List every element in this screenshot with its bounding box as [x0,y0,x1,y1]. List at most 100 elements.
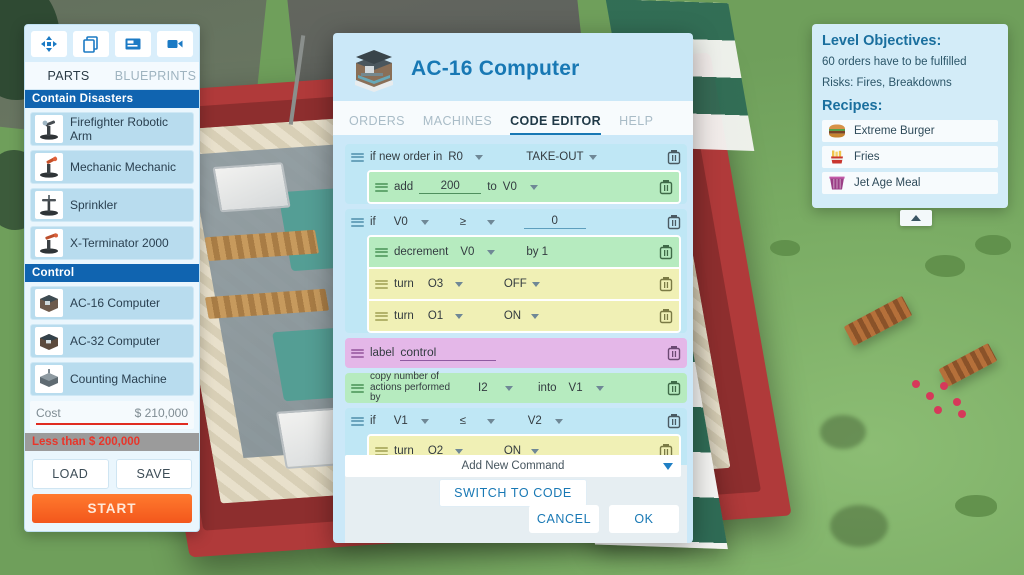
part-item-sprinkler[interactable]: Sprinkler [30,188,194,222]
part-label: Mechanic Mechanic [70,160,177,174]
condition-var-dropdown[interactable]: V0 [394,216,440,228]
code-block-decrement[interactable]: decrement V0 by 1 [369,237,679,267]
part-label: Counting Machine [70,372,167,386]
condition-value-input[interactable]: 0 [523,215,586,229]
robotic-arm-icon [35,229,63,257]
delete-row-button[interactable] [659,309,673,324]
dialog-tabs: ORDERS MACHINES CODE EDITOR HELP [333,101,693,135]
comparison-operator-dropdown[interactable]: ≥ [460,216,506,228]
nested-block-container: decrement V0 by 1 turn O3 OFF turn O1 ON [367,235,681,333]
copy-source-dropdown[interactable]: I2 [478,382,524,394]
move-tool-button[interactable] [31,31,67,57]
tab-orders[interactable]: ORDERS [349,114,405,135]
chevron-up-icon [911,215,921,221]
tab-blueprints[interactable]: BLUEPRINTS [112,62,199,89]
recipe-item-jet-age-meal[interactable]: Jet Age Meal [822,172,998,194]
code-row[interactable]: turn O1 ON [369,301,679,331]
add-value-input[interactable]: 200 [419,180,482,194]
delete-row-button[interactable] [667,414,681,429]
code-block-copy-actions[interactable]: copy number of actions performed by I2 i… [345,372,687,403]
output-dropdown[interactable]: O1 [428,310,474,322]
move-arrows-icon [41,36,57,52]
code-keyword: if [370,216,376,228]
camera-tool-button[interactable] [157,31,193,57]
comparison-operator-dropdown[interactable]: ≤ [460,415,506,427]
delete-row-button[interactable] [659,180,673,195]
code-block-if-geq[interactable]: if V0 ≥ 0 decrement V0 by 1 turn O3 OFF … [345,209,687,333]
output-dropdown[interactable]: O3 [428,278,474,290]
part-item-counting-machine[interactable]: Counting Machine [30,362,194,396]
code-row[interactable]: decrement V0 by 1 [369,237,679,267]
add-target-dropdown[interactable]: V0 [503,181,549,193]
code-row[interactable]: copy number of actions performed by I2 i… [345,372,687,403]
recipe-item-extreme-burger[interactable]: Extreme Burger [822,120,998,142]
register-dropdown[interactable]: R0 [448,151,494,163]
code-connector: to [487,181,497,193]
add-new-command-dropdown[interactable]: Add New Command [345,455,681,477]
state-dropdown[interactable]: ON [504,310,550,322]
code-block-add[interactable]: add 200 to V0 [369,172,679,202]
tab-parts[interactable]: PARTS [25,62,112,89]
condition-var2-dropdown[interactable]: V2 [528,415,574,427]
delete-row-button[interactable] [667,381,681,396]
ok-button[interactable]: OK [609,505,679,533]
copy-tool-button[interactable] [73,31,109,57]
comparison-operator-value: ≤ [459,415,467,427]
start-button[interactable]: START [32,494,192,523]
delete-row-button[interactable] [667,215,681,230]
part-item-x-terminator-2000[interactable]: X-Terminator 2000 [30,226,194,260]
video-camera-icon [167,40,183,48]
code-row[interactable]: if new order in R0 TAKE-OUT [345,144,687,170]
drag-handle-icon[interactable] [375,279,388,289]
drag-handle-icon[interactable] [351,348,364,358]
budget-warning: Less than $ 200,000 [25,433,199,451]
condition-var-dropdown[interactable]: V1 [394,415,440,427]
window-icon [125,38,141,50]
cancel-button[interactable]: CANCEL [529,505,599,533]
switch-to-code-button[interactable]: SWITCH TO CODE [439,479,587,507]
copy-target-dropdown[interactable]: V1 [569,382,615,394]
code-row[interactable]: turn O3 OFF [369,269,679,299]
tab-machines[interactable]: MACHINES [423,114,492,135]
drag-handle-icon[interactable] [351,217,364,227]
panel-tool-button[interactable] [115,31,151,57]
add-target-value: V0 [502,181,517,193]
collapse-objectives-button[interactable] [900,210,932,226]
part-item-ac-16-computer[interactable]: AC-16 Computer [30,286,194,320]
drag-handle-icon[interactable] [375,182,388,192]
code-row[interactable]: label control [345,338,687,368]
code-row[interactable]: if V1 ≤ V2 [345,408,687,434]
code-row[interactable]: if V0 ≥ 0 [345,209,687,235]
save-button[interactable]: SAVE [115,459,192,489]
code-row[interactable]: add 200 to V0 [369,172,679,202]
tab-help[interactable]: HELP [619,114,653,135]
part-item-ac-32-computer[interactable]: AC-32 Computer [30,324,194,358]
drag-handle-icon[interactable] [375,247,388,257]
copy-icon [83,36,98,53]
delete-row-button[interactable] [667,346,681,361]
part-label: Firefighter Robotic Arm [70,115,169,143]
part-item-mechanic-mechanic[interactable]: Mechanic Mechanic [30,150,194,184]
part-item-firefighter-robotic-arm[interactable]: Firefighter Robotic Arm [30,112,194,146]
state-dropdown[interactable]: OFF [504,278,550,290]
delete-row-button[interactable] [659,277,673,292]
fries-icon [831,150,843,164]
drag-handle-icon[interactable] [351,383,364,393]
drag-handle-icon[interactable] [375,311,388,321]
drag-handle-icon[interactable] [351,152,364,162]
code-block-turn-o3[interactable]: turn O3 OFF [369,267,679,299]
delete-row-button[interactable] [667,150,681,165]
chevron-down-icon [487,249,496,255]
recipe-item-fries[interactable]: Fries [822,146,998,168]
tab-code-editor[interactable]: CODE EDITOR [510,114,602,135]
drag-handle-icon[interactable] [351,416,364,426]
code-block-turn-o1[interactable]: turn O1 ON [369,299,679,331]
code-block-if-new-order[interactable]: if new order in R0 TAKE-OUT add 200 to V… [345,144,687,204]
order-type-dropdown[interactable]: TAKE-OUT [526,151,597,163]
load-button[interactable]: LOAD [32,459,109,489]
decrement-var-dropdown[interactable]: V0 [460,246,506,258]
delete-row-button[interactable] [659,245,673,260]
code-block-label[interactable]: label control [345,338,687,368]
order-type-value: TAKE-OUT [526,151,584,163]
label-name-input[interactable]: control [400,345,497,361]
